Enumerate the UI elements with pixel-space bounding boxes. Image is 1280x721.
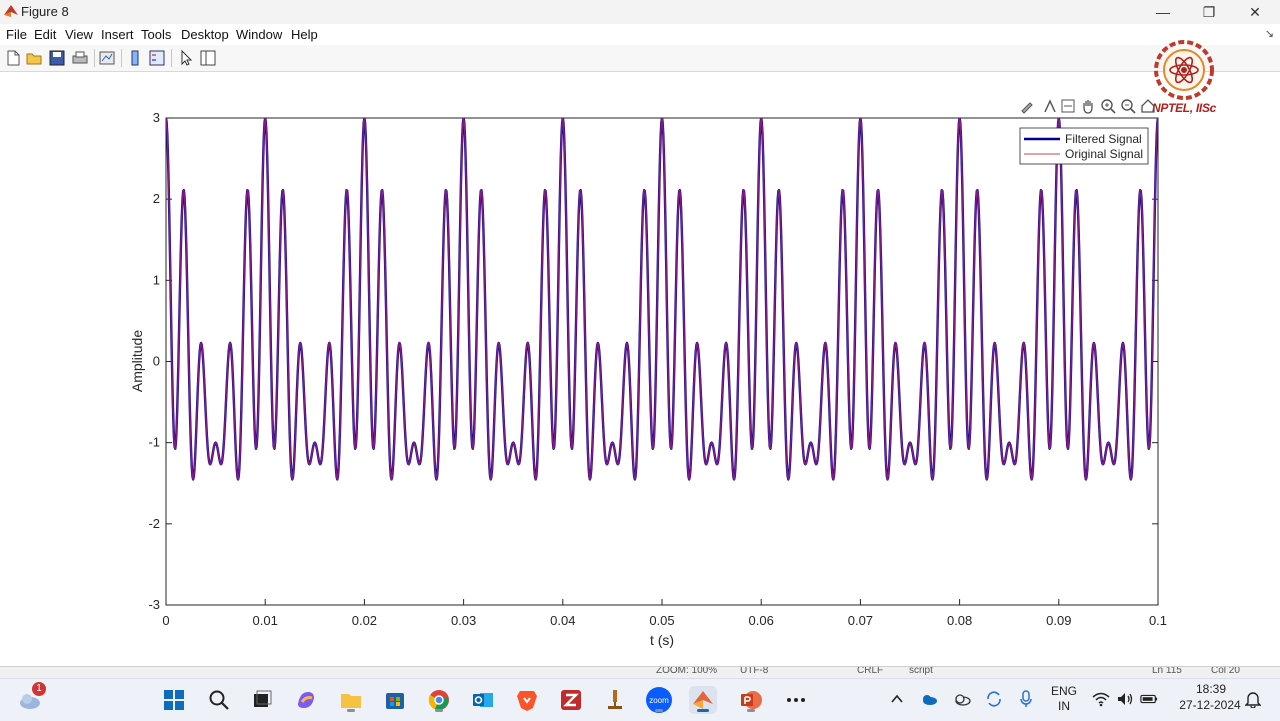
colorbar-icon[interactable]: [126, 49, 144, 67]
print-icon[interactable]: [71, 49, 89, 67]
menu-view[interactable]: View: [65, 27, 93, 42]
task-view-icon: [254, 690, 272, 707]
running-indicator: [347, 709, 355, 712]
brave-lion-icon: [517, 691, 537, 711]
toolbar-separator: [171, 49, 172, 67]
windows-logo-icon: [164, 690, 184, 710]
active-indicator: [697, 709, 709, 712]
running-indicator: [435, 709, 443, 712]
matlab-launcher-button[interactable]: [601, 686, 629, 714]
outlook-button[interactable]: [469, 686, 497, 714]
onedrive-personal-icon[interactable]: [953, 690, 971, 708]
running-indicator: [747, 709, 755, 712]
copilot-button[interactable]: [292, 686, 320, 714]
close-button[interactable]: ✕: [1232, 0, 1278, 24]
volume-icon[interactable]: [1116, 690, 1134, 708]
start-button[interactable]: [160, 686, 188, 714]
clock-time[interactable]: 18:39: [1196, 682, 1226, 696]
open-file-icon[interactable]: [25, 49, 43, 67]
search-button[interactable]: [205, 686, 233, 714]
sync-icon[interactable]: [985, 690, 1003, 708]
taskbar: 1 zoom ENG IN 18:39 27-12-2024: [0, 678, 1280, 721]
property-inspector-icon[interactable]: [199, 49, 217, 67]
status-file-type: script: [909, 666, 933, 676]
file-explorer-button[interactable]: [337, 686, 365, 714]
brush-icon[interactable]: [1020, 98, 1036, 114]
menu-help[interactable]: Help: [291, 27, 318, 42]
new-figure-icon[interactable]: [4, 49, 22, 67]
outlook-icon: [473, 693, 493, 707]
menu-window[interactable]: Window: [236, 27, 282, 42]
minimize-button[interactable]: —: [1140, 0, 1186, 24]
battery-icon[interactable]: [1140, 690, 1158, 708]
status-column: Col 20: [1211, 666, 1240, 676]
more-apps-button[interactable]: [782, 686, 810, 714]
store-icon: [386, 693, 404, 709]
store-button[interactable]: [381, 686, 409, 714]
nptel-watermark-text: NPTEL, IISc: [1152, 101, 1217, 115]
menu-edit[interactable]: Edit: [34, 27, 56, 42]
edit-plot-arrow-icon[interactable]: [177, 49, 195, 67]
link-plot-icon[interactable]: [98, 49, 116, 67]
onedrive-icon[interactable]: [920, 690, 938, 708]
chrome-button[interactable]: [425, 686, 453, 714]
status-zoom: ZOOM: 100%: [656, 666, 718, 676]
status-line: Ln 115: [1152, 666, 1182, 676]
zoom-icon-label: zoom: [649, 695, 669, 705]
brave-button[interactable]: [513, 686, 541, 714]
zoom-app-button[interactable]: zoom: [645, 686, 673, 714]
show-hidden-icons-chevron-icon[interactable]: [888, 690, 906, 708]
legend-icon[interactable]: [148, 49, 166, 67]
export-icon[interactable]: [1060, 98, 1076, 114]
task-view-button[interactable]: [248, 686, 276, 714]
status-line-ending: CRLF: [857, 666, 884, 676]
toolbar-separator: [121, 49, 122, 67]
menu-desktop[interactable]: Desktop: [181, 27, 229, 42]
zoom-in-icon[interactable]: [1100, 98, 1116, 114]
window-title: Figure 8: [21, 4, 69, 19]
powerpoint-button[interactable]: [737, 686, 765, 714]
notification-bell-icon[interactable]: [1244, 690, 1262, 708]
wifi-icon[interactable]: [1092, 690, 1110, 708]
matlab-button[interactable]: [689, 686, 717, 714]
menu-insert[interactable]: Insert: [101, 27, 134, 42]
menu-file[interactable]: File: [6, 27, 27, 42]
figure-toolbar: [0, 45, 1280, 72]
weather-badge: 1: [32, 682, 46, 696]
microscope-icon: [608, 690, 622, 709]
home-icon[interactable]: [1140, 98, 1156, 114]
running-indicator: [655, 709, 663, 712]
matlab-figure-icon: [4, 5, 18, 17]
toolbar-separator: [94, 49, 95, 67]
search-icon: [209, 690, 229, 710]
data-tips-icon[interactable]: [1042, 98, 1058, 114]
restore-button[interactable]: ❐: [1186, 0, 1232, 24]
status-encoding: UTF-8: [740, 666, 769, 676]
zotero-icon: [561, 690, 581, 710]
language-indicator-bottom[interactable]: IN: [1048, 699, 1080, 713]
copilot-icon: [298, 692, 314, 708]
clock-date[interactable]: 27-12-2024: [1172, 698, 1248, 712]
save-icon[interactable]: [48, 49, 66, 67]
menu-tools[interactable]: Tools: [141, 27, 171, 42]
microphone-icon[interactable]: [1017, 690, 1035, 708]
ellipsis-icon: [787, 698, 805, 702]
language-indicator-top[interactable]: ENG: [1048, 684, 1080, 698]
zotero-button[interactable]: [557, 686, 585, 714]
menu-bar: File Edit View Insert Tools Desktop Wind…: [0, 24, 1280, 45]
title-bar: Figure 8 — ❐ ✕: [0, 0, 1280, 24]
figure-canvas: [0, 72, 1280, 678]
zoom-out-icon[interactable]: [1120, 98, 1136, 114]
dock-arrow-icon[interactable]: ↘: [1265, 27, 1274, 40]
pan-hand-icon[interactable]: [1080, 98, 1096, 114]
